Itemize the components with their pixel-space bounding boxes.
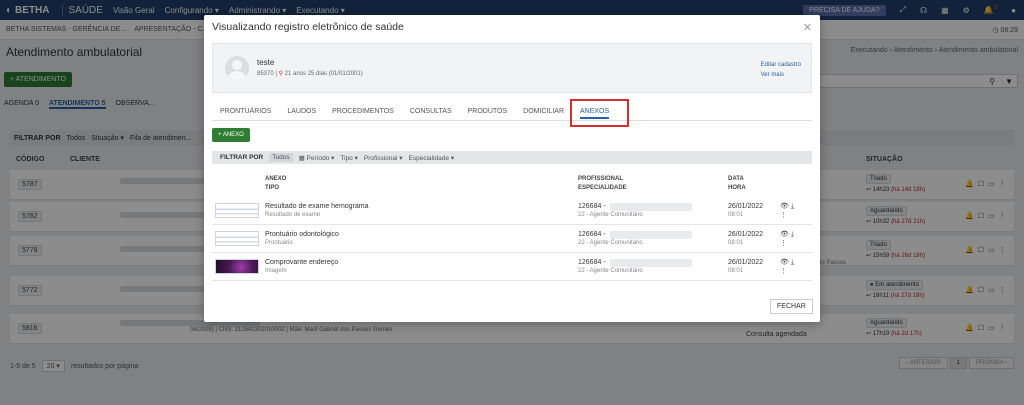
anexo-date: 26/01/2022 [728, 203, 764, 210]
professional-specialty: 22 - Agente Comunitário [578, 268, 643, 274]
blurred-text [610, 259, 692, 267]
image-thumbnail[interactable] [215, 259, 259, 274]
edit-profile-link[interactable]: Editar cadastro [761, 60, 801, 70]
patient-id: 85370 [257, 71, 274, 77]
filter-todos[interactable]: Todos [269, 153, 293, 162]
record-tabs: PRONTUÁRIOS LAUDOS PROCEDIMENTOS CONSULT… [212, 103, 812, 121]
calendar-icon: ▦ [298, 154, 305, 162]
anexo-type: Imagem [265, 268, 287, 274]
filter-tipo[interactable]: Tipo ▾ [340, 154, 357, 162]
patient-card: teste 85370 | ⚲ 21 anos 25 dias (01/01/2… [212, 43, 812, 93]
professional-specialty: 22 - Agente Comunitário [578, 212, 643, 218]
more-options-icon[interactable]: ⋮ [780, 240, 787, 247]
download-icon[interactable]: ⤓ [791, 231, 794, 238]
anexo-type: Resultado de exame [265, 212, 321, 218]
anexo-name: Resultado de exame hemograma [265, 203, 369, 210]
filter-periodo[interactable]: ▦ Período ▾ [299, 154, 335, 162]
filter-profissional[interactable]: Profissional ▾ [364, 154, 403, 162]
anexo-name: Comprovante endereço [265, 259, 339, 266]
add-anexo-button[interactable]: + ANEXO [212, 128, 250, 142]
modal-title: Visualizando registro eletrônico de saúd… [212, 21, 404, 33]
download-icon[interactable]: ⤓ [791, 203, 794, 210]
tab-laudos[interactable]: LAUDOS [287, 108, 316, 115]
filter-especialidade[interactable]: Especialidade ▾ [409, 154, 455, 162]
view-icon[interactable]: 👁 [780, 231, 789, 238]
tab-consultas[interactable]: CONSULTAS [410, 108, 452, 115]
annotation-highlight [570, 99, 629, 127]
anexo-date: 26/01/2022 [728, 231, 764, 238]
anexo-row[interactable]: Comprovante endereço Imagem 126684 - 22 … [212, 253, 812, 281]
anexo-hour: 08:01 [728, 212, 744, 218]
patient-age: 21 anos 25 dias (01/01/2001) [284, 71, 363, 77]
patient-name: teste [257, 58, 275, 67]
anexo-type: Prontuário [265, 240, 293, 246]
anexo-hour: 08:01 [728, 240, 744, 246]
close-icon[interactable]: ✕ [803, 21, 812, 34]
col-anexo-tipo: ANEXO TIPO [265, 176, 287, 191]
tab-domiciliar[interactable]: DOMICILIAR [523, 108, 564, 115]
patient-links: Editar cadastro Ver mais [761, 60, 801, 80]
tab-produtos[interactable]: PRODUTOS [468, 108, 508, 115]
blurred-text [610, 203, 692, 211]
anexo-hour: 08:01 [728, 268, 744, 274]
view-icon[interactable]: 👁 [780, 259, 789, 266]
col-profissional-especialidade: PROFISSIONAL ESPECIALIDADE [578, 176, 627, 191]
see-more-link[interactable]: Ver mais [761, 70, 801, 80]
blurred-text [610, 231, 692, 239]
tab-prontuarios[interactable]: PRONTUÁRIOS [220, 108, 271, 115]
more-options-icon[interactable]: ⋮ [780, 212, 787, 219]
download-icon[interactable]: ⤓ [791, 259, 794, 266]
row-actions: 👁 ⤓ ⋮ [780, 230, 794, 248]
row-actions: 👁 ⤓ ⋮ [780, 202, 794, 220]
professional-specialty: 22 - Agente Comunitário [578, 240, 643, 246]
view-icon[interactable]: 👁 [780, 203, 789, 210]
filter-label: FILTRAR POR [220, 154, 264, 161]
avatar [225, 56, 249, 80]
professional-code: 126684 - [578, 231, 606, 238]
more-options-icon[interactable]: ⋮ [780, 268, 787, 275]
anexo-row[interactable]: Prontuário odontológico Prontuário 12668… [212, 225, 812, 253]
anexo-name: Prontuário odontológico [265, 231, 339, 238]
row-actions: 👁 ⤓ ⋮ [780, 258, 794, 276]
modal-filter-bar: FILTRAR POR Todos ▦ Período ▾ Tipo ▾ Pro… [212, 151, 812, 164]
col-data-hora: DATA HORA [728, 176, 746, 191]
professional-code: 126684 - [578, 203, 606, 210]
anexo-row[interactable]: Resultado de exame hemograma Resultado d… [212, 197, 812, 225]
tab-procedimentos[interactable]: PROCEDIMENTOS [332, 108, 394, 115]
close-button[interactable]: FECHAR [770, 299, 813, 314]
document-thumbnail[interactable] [215, 231, 259, 246]
location-pin-icon: ⚲ [278, 71, 283, 77]
health-record-modal: Visualizando registro eletrônico de saúd… [204, 15, 820, 322]
document-thumbnail[interactable] [215, 203, 259, 218]
anexo-date: 26/01/2022 [728, 259, 764, 266]
professional-code: 126684 - [578, 259, 606, 266]
patient-meta: 85370 | ⚲ 21 anos 25 dias (01/01/2001) [257, 71, 363, 77]
